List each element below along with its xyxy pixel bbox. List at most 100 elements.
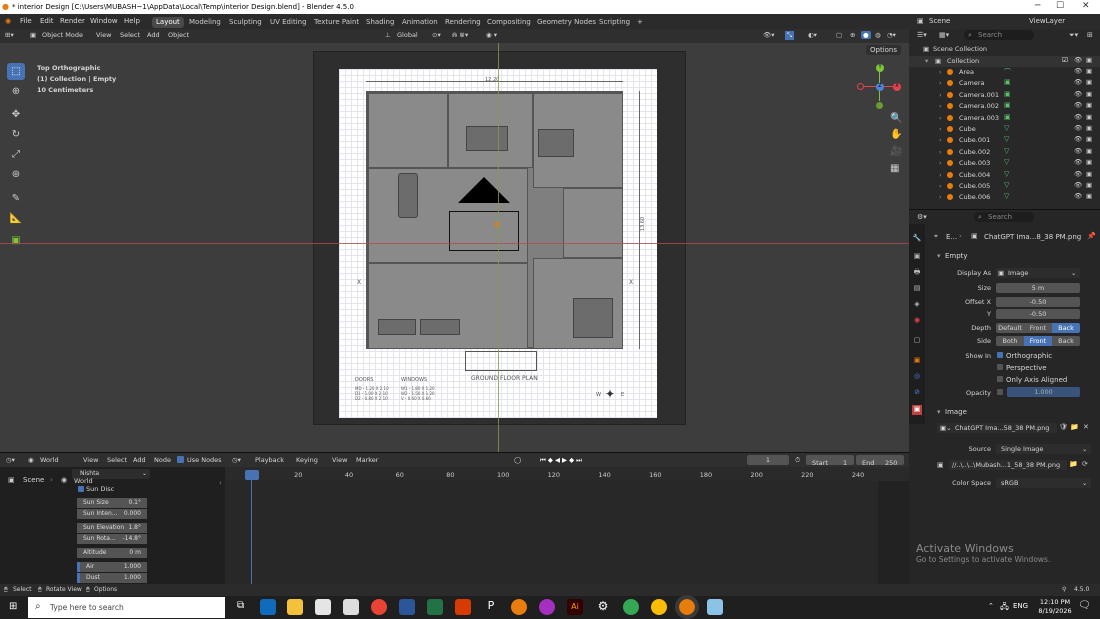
side-back-button[interactable]: Back bbox=[1052, 336, 1080, 346]
menu-view[interactable]: View bbox=[96, 31, 111, 39]
expand-arrow-icon[interactable]: › bbox=[939, 79, 942, 87]
keying-menu[interactable]: Keying bbox=[296, 456, 318, 464]
camera-data-icon[interactable]: ▣ bbox=[1004, 78, 1011, 86]
menu-help[interactable]: Help bbox=[124, 17, 140, 25]
eye-icon[interactable]: 👁 bbox=[1074, 56, 1082, 64]
orientation-dropdown[interactable]: Global bbox=[397, 31, 418, 39]
outliner-search-input[interactable]: ⌕ Search bbox=[964, 30, 1034, 40]
constraints-tab-icon[interactable]: ⊘ bbox=[912, 388, 922, 398]
tab-texture-paint[interactable]: Texture Paint bbox=[310, 17, 363, 28]
side-front-button[interactable]: Front bbox=[1024, 336, 1052, 346]
tab-uv-editing[interactable]: UV Editing bbox=[266, 17, 311, 28]
collection-tab-icon[interactable]: ▢ bbox=[912, 336, 922, 346]
empty-image-frame[interactable] bbox=[449, 211, 519, 251]
depth-back-button[interactable]: Back bbox=[1052, 323, 1080, 333]
view-layer-tab-icon[interactable]: ▤ bbox=[912, 284, 922, 294]
scale-tool-icon[interactable]: ⤢ bbox=[7, 146, 25, 163]
playhead-marker[interactable] bbox=[245, 470, 259, 480]
edge-icon[interactable] bbox=[260, 599, 276, 615]
editor-type-icon[interactable]: ◷▾ bbox=[6, 456, 15, 464]
collapse-arrow-icon[interactable]: ▾ bbox=[937, 408, 941, 416]
marker-menu[interactable]: Marker bbox=[356, 456, 378, 464]
scene-collection-row[interactable]: ▣ Scene Collection bbox=[909, 44, 1100, 55]
expand-arrow-icon[interactable]: › bbox=[939, 102, 942, 110]
expand-arrow-icon[interactable]: › bbox=[939, 148, 942, 156]
sky-property-field[interactable]: Altitude 0 m bbox=[77, 548, 147, 558]
menu-object[interactable]: Object bbox=[168, 31, 189, 39]
close-button[interactable]: ✕ bbox=[1082, 1, 1090, 11]
outliner-item[interactable]: › Cube.005 ▽ 👁 ▣ bbox=[909, 181, 1100, 192]
navigation-gizmo[interactable]: Y X Z bbox=[855, 61, 905, 111]
tab-layout[interactable]: Layout bbox=[152, 17, 184, 28]
unlink-icon[interactable]: ✕ bbox=[1083, 423, 1089, 431]
size-field[interactable]: 5 m bbox=[996, 283, 1080, 293]
gizmo-z-icon[interactable]: Z bbox=[876, 83, 884, 91]
opacity-checkbox[interactable] bbox=[997, 389, 1003, 395]
eye-icon[interactable]: 👁 bbox=[1074, 113, 1082, 121]
menu-select[interactable]: Select bbox=[107, 456, 127, 464]
pinterest-app-icon[interactable]: P bbox=[483, 599, 499, 615]
3d-viewport[interactable]: ⬚ ⊕ ✥ ↻ ⤢ ⊛ ✎ 📐 ▣ Top Orthographic (1) C… bbox=[0, 43, 909, 452]
mesh-data-icon[interactable]: ▽ bbox=[1004, 158, 1009, 166]
color-space-dropdown[interactable]: sRGB ⌄ bbox=[996, 478, 1091, 488]
outliner-editor-icon[interactable]: ☰▾ bbox=[917, 31, 927, 39]
move-tool-icon[interactable]: ✥ bbox=[7, 106, 25, 123]
expand-arrow-icon[interactable]: › bbox=[939, 182, 942, 190]
menu-file[interactable]: File bbox=[20, 17, 32, 25]
eye-icon[interactable]: 👁 bbox=[1074, 170, 1082, 178]
settings-icon[interactable]: ⚙ bbox=[595, 599, 611, 615]
menu-view[interactable]: View bbox=[83, 456, 98, 464]
tab-sculpting[interactable]: Sculpting bbox=[225, 17, 266, 28]
world-dropdown[interactable]: World bbox=[40, 456, 59, 464]
scene-breadcrumb[interactable]: Scene bbox=[23, 476, 44, 484]
eye-icon[interactable]: 👁 bbox=[1074, 124, 1082, 132]
auto-keying-icon[interactable]: ◯ bbox=[514, 456, 521, 464]
acrobat-icon[interactable] bbox=[455, 599, 471, 615]
rendered-shading-icon[interactable]: ◔▾ bbox=[887, 31, 896, 39]
filepath-field[interactable]: //..\..\..\Mubash...1_58_38 PM.png bbox=[949, 460, 1067, 470]
sky-property-field[interactable]: Sun Elevation 1.8° bbox=[77, 523, 147, 533]
outliner-item[interactable]: › Cube ▽ 👁 ▣ bbox=[909, 124, 1100, 135]
gizmo-toggle-icon[interactable]: ⤡ bbox=[785, 31, 795, 40]
tab-animation[interactable]: Animation bbox=[398, 17, 442, 28]
tab-modeling[interactable]: Modeling bbox=[185, 17, 225, 28]
menu-edit[interactable]: Edit bbox=[40, 17, 54, 25]
display-as-dropdown[interactable]: ▣ Image ⌄ bbox=[996, 268, 1080, 278]
playback-menu[interactable]: Playback bbox=[255, 456, 284, 464]
fake-user-icon[interactable]: 🛡 bbox=[1059, 423, 1068, 431]
eye-icon[interactable]: 👁 bbox=[1074, 78, 1082, 86]
eye-icon[interactable]: 👁 bbox=[1074, 147, 1082, 155]
outliner-item[interactable]: › Cube.004 ▽ 👁 ▣ bbox=[909, 170, 1100, 181]
filter-icon[interactable]: ⏷▾ bbox=[1069, 31, 1078, 40]
expand-arrow-icon[interactable]: › bbox=[939, 159, 942, 167]
display-mode-icon[interactable]: ▦▾ bbox=[939, 31, 949, 39]
sky-property-field[interactable]: Sun Size 0.1° bbox=[77, 498, 147, 508]
outliner-item[interactable]: › Cube.003 ▽ 👁 ▣ bbox=[909, 158, 1100, 169]
camera-icon[interactable]: ▣ bbox=[1086, 192, 1092, 200]
outliner-item[interactable]: › Camera.001 ▣ 👁 ▣ bbox=[909, 90, 1100, 101]
expand-arrow-icon[interactable]: › bbox=[939, 171, 942, 179]
maximize-button[interactable]: ☐ bbox=[1056, 1, 1064, 11]
tab-scripting[interactable]: Scripting bbox=[595, 17, 634, 28]
add-workspace-button[interactable]: + bbox=[633, 17, 647, 28]
offset-x-field[interactable]: -0.50 bbox=[996, 297, 1080, 307]
output-tab-icon[interactable]: 🖶 bbox=[912, 268, 922, 278]
color-app-icon[interactable] bbox=[539, 599, 555, 615]
illustrator-icon[interactable]: Ai bbox=[567, 599, 583, 615]
mesh-data-icon[interactable]: ▽ bbox=[1004, 170, 1009, 178]
clock[interactable]: 12:10 PM 8/19/2026 bbox=[1035, 598, 1075, 616]
eye-icon[interactable]: 👁 bbox=[1074, 181, 1082, 189]
perspective-grid-icon[interactable]: ▦ bbox=[890, 163, 899, 174]
pan-hand-icon[interactable]: ✋ bbox=[890, 129, 902, 140]
camera-icon[interactable]: ▣ bbox=[1086, 90, 1092, 98]
camera-icon[interactable]: ▣ bbox=[1086, 67, 1092, 75]
offset-y-field[interactable]: -0.50 bbox=[996, 309, 1080, 319]
language-indicator[interactable]: ENG bbox=[1013, 602, 1028, 610]
camera-data-icon[interactable]: ▣ bbox=[1004, 113, 1011, 121]
expand-arrow-icon[interactable]: › bbox=[939, 136, 942, 144]
render-tab-icon[interactable]: ▣ bbox=[912, 252, 922, 262]
eye-icon[interactable]: 👁 bbox=[1074, 158, 1082, 166]
options-button[interactable]: Options bbox=[866, 45, 902, 55]
camera-icon[interactable]: ▣ bbox=[1086, 124, 1092, 132]
new-collection-icon[interactable]: ⊞ bbox=[1087, 31, 1093, 39]
